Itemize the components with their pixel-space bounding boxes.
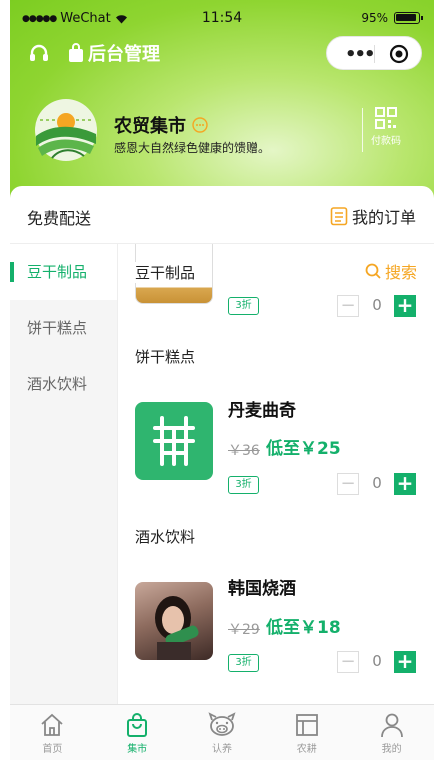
discount-badge: 3折 [228,476,259,494]
category-item-biscuits[interactable]: 饼干糕点 [10,300,117,356]
home-icon [41,713,63,736]
decrease-button[interactable]: − [337,651,359,673]
category-label: 饼干糕点 [27,319,88,337]
tab-market[interactable]: 集市 [95,705,180,760]
qr-code-icon [375,107,397,129]
pay-code-label: 付款码 [371,136,401,147]
section-title-drinks: 酒水饮料 [135,528,196,546]
nav-bar: 后台管理 ••• [10,36,434,72]
pay-code-button[interactable]: 付款码 [366,106,406,147]
shop-card: 免费配送 我的订单 豆干制品 饼干糕点 酒水饮料 豆干制品 搜索 3折 − 0 … [10,186,434,706]
product-name[interactable]: 丹麦曲奇 [228,396,296,421]
my-orders-button[interactable]: 我的订单 [330,204,416,228]
shop-description: 感恩大自然绿色健康的馈赠。 [114,141,271,155]
product-name[interactable]: 韩国烧酒 [228,574,296,599]
increase-button[interactable]: + [394,473,416,495]
pay-divider [362,108,363,152]
discount-badge: 3折 [228,654,259,672]
tab-label: 认养 [211,744,232,755]
section-title-biscuits: 饼干糕点 [135,348,196,366]
order-list-icon [330,207,348,226]
quantity-value: 0 [372,474,382,492]
shop-name: 农贸集市 [114,112,208,138]
tab-label: 我的 [381,744,402,755]
miniprogram-capsule: ••• [326,36,422,70]
tab-label: 集市 [127,744,148,755]
sale-price: 低至￥18 [266,618,341,638]
my-orders-label: 我的订单 [351,208,416,227]
admin-link[interactable]: 后台管理 [68,40,160,66]
pig-icon [208,712,236,736]
increase-button[interactable]: + [394,651,416,673]
battery-area: 95% [361,11,423,25]
tab-adopt[interactable]: 认养 [180,705,265,760]
tab-farming[interactable]: 农耕 [264,705,349,760]
category-item-drinks[interactable]: 酒水饮料 [10,356,117,412]
card-header: 免费配送 我的订单 [10,186,434,244]
more-dots-icon[interactable]: ••• [345,44,375,65]
headset-icon[interactable] [28,42,50,64]
search-label: 搜索 [384,263,417,282]
admin-title: 后台管理 [88,44,160,65]
free-delivery-label: 免费配送 [27,209,92,228]
battery-percent: 95% [361,11,388,25]
more-circle-icon[interactable] [192,117,208,133]
decrease-button[interactable]: − [337,473,359,495]
shop-name-text: 农贸集市 [114,116,186,137]
shop-logo [35,99,97,161]
original-price: ￥36 [228,443,260,459]
category-label: 豆干制品 [27,263,88,281]
battery-icon [394,12,423,24]
product-image[interactable] [135,582,213,660]
layout-icon [295,714,318,736]
bag-icon [69,43,83,62]
section-title-tofu: 豆干制品 [135,262,200,283]
product-list[interactable]: 豆干制品 搜索 3折 − 0 + 饼干糕点 丹麦曲奇 ￥36 低至￥25 3折 … [117,244,434,706]
discount-badge: 3折 [228,297,259,315]
tab-label: 农耕 [296,744,317,755]
category-label: 酒水饮料 [27,375,88,393]
target-icon[interactable] [389,44,409,64]
product-logo [153,416,195,466]
user-icon [380,713,403,738]
product-image[interactable] [135,402,213,480]
product-photo [155,596,199,660]
tab-label: 首页 [42,744,63,755]
status-bar: ●●●●● WeChat 11:54 95% [10,0,434,34]
original-price: ￥29 [228,622,260,638]
quantity-value: 0 [372,652,382,670]
sale-price: 低至￥25 [266,439,341,459]
category-item-tofu[interactable]: 豆干制品 [10,244,117,300]
app-frame: ●●●●● WeChat 11:54 95% 后台管理 ••• 农贸集市 感恩大… [10,0,434,760]
tab-home[interactable]: 首页 [10,705,95,760]
capsule-divider [374,45,375,63]
tab-mine[interactable]: 我的 [349,705,434,760]
search-icon [365,263,381,279]
decrease-button[interactable]: − [337,295,359,317]
tab-bar: 首页 集市 认养 农耕 我的 [10,704,434,760]
battery-fill [396,14,416,21]
category-sidebar: 豆干制品 饼干糕点 酒水饮料 [10,244,117,706]
increase-button[interactable]: + [394,295,416,317]
quantity-value: 0 [372,296,382,314]
shop-info: 农贸集市 感恩大自然绿色健康的馈赠。 付款码 [10,98,434,168]
shopping-bag-icon [127,713,148,737]
search-button[interactable]: 搜索 [365,259,417,283]
